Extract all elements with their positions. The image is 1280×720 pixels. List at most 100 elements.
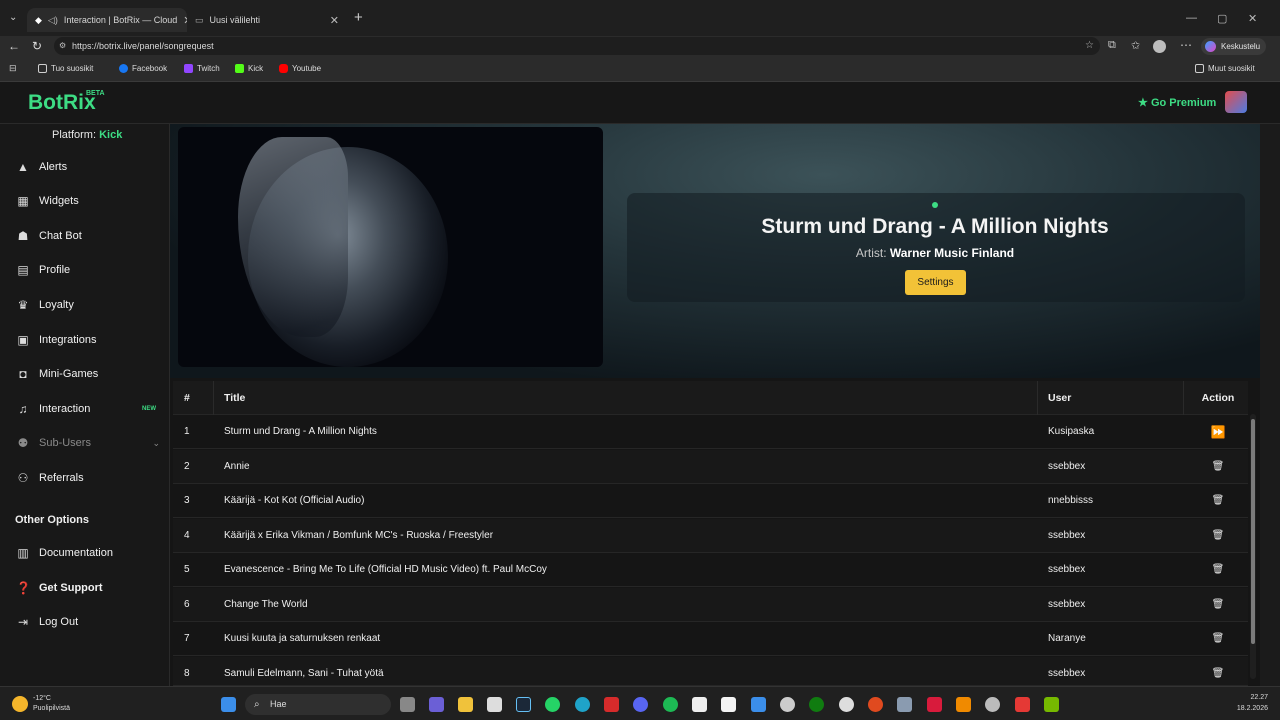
- profile-avatar-icon[interactable]: [1153, 40, 1166, 53]
- task-view-icon[interactable]: [400, 697, 415, 712]
- sidebar-item-log-out[interactable]: ⇥ Log Out: [16, 611, 166, 633]
- reload-icon[interactable]: ↻: [32, 39, 42, 53]
- sidebar-item-documentation[interactable]: ▥ Documentation: [16, 542, 166, 564]
- row-number: 7: [184, 633, 190, 644]
- document-icon[interactable]: [721, 697, 736, 712]
- close-tab-icon[interactable]: ✕: [330, 14, 339, 27]
- close-window-icon[interactable]: ✕: [1248, 12, 1257, 25]
- site-info-icon[interactable]: ⚙: [59, 37, 66, 55]
- video-player[interactable]: [178, 127, 603, 367]
- weather-description[interactable]: Puolipilvistä: [33, 705, 70, 712]
- sidebar-item-label: Loyalty: [39, 299, 74, 311]
- chevron-down-icon[interactable]: ⌄: [152, 438, 160, 449]
- trash-icon[interactable]: 🗑: [1193, 622, 1243, 656]
- teams-icon[interactable]: [429, 697, 444, 712]
- vlc-icon[interactable]: [956, 697, 971, 712]
- user-avatar[interactable]: [1225, 91, 1247, 113]
- mail-icon[interactable]: [751, 697, 766, 712]
- nvidia-icon[interactable]: [1044, 697, 1059, 712]
- spotify-icon[interactable]: [663, 697, 678, 712]
- settings-button[interactable]: Settings: [905, 270, 966, 295]
- sidebar-item-profile[interactable]: ▤ Profile: [16, 259, 166, 281]
- weather-temperature[interactable]: -12°C: [33, 695, 51, 702]
- tab-botrix[interactable]: ◆ ◁) Interaction | BotRix — Cloud ✕: [27, 8, 187, 32]
- trash-icon[interactable]: 🗑: [1193, 553, 1243, 587]
- extensions-icon[interactable]: ⧉: [1108, 39, 1116, 52]
- app-g-icon[interactable]: [692, 697, 707, 712]
- file-explorer-icon[interactable]: [458, 697, 473, 712]
- go-premium-link[interactable]: ★ Go Premium: [1138, 96, 1216, 109]
- url-field[interactable]: ⚙ https://botrix.live/panel/songrequest …: [54, 37, 1100, 55]
- bookmark-label: Facebook: [132, 64, 168, 73]
- tab-title: Interaction | BotRix — Cloud: [63, 15, 178, 25]
- row-user: ssebbex: [1048, 564, 1086, 575]
- trash-icon[interactable]: 🗑: [1193, 484, 1243, 518]
- bookmark-other[interactable]: Muut suosikit: [1195, 64, 1255, 73]
- sidebar-item-widgets[interactable]: ▦ Widgets: [16, 190, 166, 212]
- sidebar-item-alerts[interactable]: ▲ Alerts: [16, 156, 166, 178]
- column-header-title: Title: [224, 392, 246, 404]
- artist-label: Artist:: [855, 246, 887, 260]
- app-l-icon[interactable]: [604, 697, 619, 712]
- obs-icon[interactable]: [780, 697, 795, 712]
- store-icon[interactable]: [487, 697, 502, 712]
- more-menu-icon[interactable]: ⋯: [1180, 38, 1192, 52]
- row-title: Kuusi kuuta ja saturnuksen renkaat: [224, 633, 381, 644]
- row-title: Annie: [224, 461, 250, 472]
- tab-new[interactable]: ▭ Uusi välilehti ✕: [187, 8, 347, 32]
- weather-sun-icon[interactable]: [12, 696, 28, 712]
- sidebar-item-get-support[interactable]: ❓ Get Support: [16, 577, 166, 599]
- sidebar-item-interaction[interactable]: ♫ Interaction NEW: [16, 398, 166, 420]
- sidebar-item-chat-bot[interactable]: ☗ Chat Bot: [16, 225, 166, 247]
- kick-icon: [235, 64, 244, 73]
- sidebar-item-mini-games[interactable]: ◘ Mini-Games: [16, 363, 166, 385]
- xbox-icon[interactable]: [809, 697, 824, 712]
- tab-list-chevron-icon[interactable]: ⌄: [9, 12, 17, 23]
- trash-icon[interactable]: 🗑: [1193, 450, 1243, 484]
- sidebar-item-integrations[interactable]: ▣ Integrations: [16, 329, 166, 351]
- sidebar-item-referrals[interactable]: ⚇ Referrals: [16, 467, 166, 489]
- minimize-icon[interactable]: —: [1186, 12, 1197, 24]
- trash-icon[interactable]: 🗑: [1193, 519, 1243, 553]
- scrollbar-thumb[interactable]: [1251, 419, 1255, 644]
- app-red-icon[interactable]: [927, 697, 942, 712]
- windows-start-icon[interactable]: [221, 697, 236, 712]
- sidebar-item-sub-users[interactable]: ⚉ Sub-Users ⌄: [16, 432, 166, 454]
- other-options-heading: Other Options: [15, 514, 89, 526]
- favorites-icon[interactable]: ✩: [1131, 39, 1140, 52]
- bookmark-facebook[interactable]: Facebook: [119, 64, 167, 73]
- app-orange-icon[interactable]: [868, 697, 883, 712]
- app-flag-icon[interactable]: [1015, 697, 1030, 712]
- settings-gear-icon[interactable]: [897, 697, 912, 712]
- taskbar-search[interactable]: ⌕ Hae: [245, 694, 391, 715]
- clock-date[interactable]: 18.2.2026: [1222, 705, 1268, 712]
- widgets-icon: ▦: [17, 194, 29, 208]
- steam-icon[interactable]: [516, 697, 531, 712]
- copilot-button[interactable]: Keskustelu: [1201, 38, 1267, 55]
- app-gray-icon[interactable]: [985, 697, 1000, 712]
- whatsapp-icon[interactable]: [545, 697, 560, 712]
- sidebar-toggle-icon[interactable]: ⊟: [9, 63, 17, 74]
- sidebar-item-loyalty[interactable]: ♛ Loyalty: [16, 294, 166, 316]
- bookmark-twitch[interactable]: Twitch: [184, 64, 220, 73]
- maximize-icon[interactable]: ▢: [1217, 12, 1227, 25]
- table-row: 4 Käärijä x Erika Vikman / Bomfunk MC's …: [173, 519, 1248, 553]
- new-badge: NEW: [142, 406, 156, 412]
- new-tab-plus-icon[interactable]: +: [354, 9, 363, 26]
- warning-icon: ▲: [17, 160, 29, 174]
- discord-icon[interactable]: [633, 697, 648, 712]
- edge-icon[interactable]: [575, 697, 590, 712]
- back-arrow-icon[interactable]: ←: [8, 39, 20, 53]
- favorite-star-icon[interactable]: ☆: [1085, 37, 1094, 55]
- bookmark-import[interactable]: Tuo suosikit: [38, 64, 93, 73]
- bookmarks-bar: ⊟ Tuo suosikit Facebook Twitch Kick Yout…: [0, 58, 1280, 82]
- clock-time[interactable]: 22.27: [1232, 694, 1268, 701]
- bookmark-kick[interactable]: Kick: [235, 64, 263, 73]
- bookmark-label: Tuo suosikit: [51, 64, 94, 73]
- sidebar-item-label: Profile: [39, 264, 71, 276]
- app-circle-icon[interactable]: [839, 697, 854, 712]
- trash-icon[interactable]: 🗑: [1193, 588, 1243, 622]
- bookmark-youtube[interactable]: Youtube: [279, 64, 321, 73]
- table-row: 3 Käärijä - Kot Kot (Official Audio) nne…: [173, 484, 1248, 518]
- skip-forward-icon[interactable]: ⏩: [1193, 415, 1243, 449]
